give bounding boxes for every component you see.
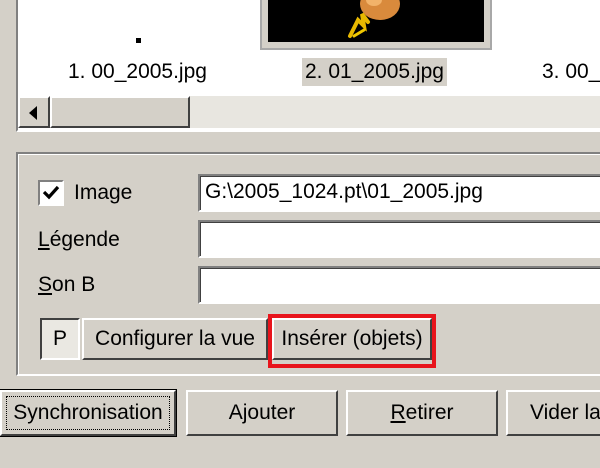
legend-label-text: égende [49,228,120,251]
image-checkbox[interactable] [38,180,64,206]
configure-view-button[interactable]: Configurer la vue [82,318,268,360]
image-label: Image [74,181,133,204]
remove-button[interactable]: Retirer [346,390,498,436]
checkmark-icon [42,185,60,200]
thumbnail-caption-1[interactable]: 1. 00_2005.jpg [68,58,207,86]
sync-button[interactable]: Synchronisation [0,389,177,437]
cartoon-character-image [348,0,400,38]
remove-button-label-rest: etirer [405,401,454,424]
thumbnail-caption-2[interactable]: 2. 01_2005.jpg [302,58,447,86]
image-path-field[interactable]: G:\2005_1024.pt\01_2005.jpg [198,174,600,212]
sound-label: Son B [38,273,96,296]
thumbnail-image-2[interactable] [268,0,484,42]
focus-ring [6,396,170,430]
legend-field[interactable] [198,220,600,258]
legend-label: Légende [38,228,120,251]
thumbnail-caption-3[interactable]: 3. 00_ [542,58,600,86]
clear-button[interactable]: Vider la [506,390,600,436]
scrollbar-thumb[interactable] [50,96,190,128]
add-button[interactable]: Ajouter [186,390,338,436]
sound-field[interactable] [198,266,600,304]
arrow-left-icon[interactable] [18,96,50,128]
highlight-box [268,314,436,368]
thumbnail-image-1[interactable] [136,38,141,43]
sound-label-text: on B [52,273,96,296]
p-toggle-button[interactable]: P [40,318,80,360]
